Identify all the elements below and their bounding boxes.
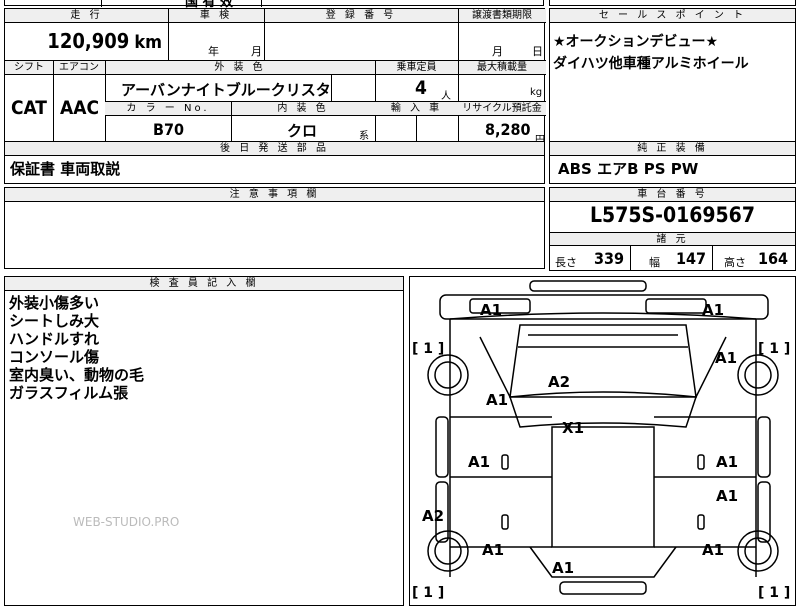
inspector-line-4: コンソール傷 <box>9 348 100 366</box>
notes-box: 注 意 事 項 欄 <box>4 187 545 269</box>
transfer-day-unit: 日 <box>532 45 543 58</box>
exterior-color-label: 外 装 色 <box>105 61 375 75</box>
later-parts-label: 後 日 発 送 部 品 <box>5 142 544 156</box>
aircon-label: エアコン <box>53 61 105 75</box>
damage-rear-left: A1 <box>482 541 505 559</box>
equipment-label: 純 正 装 備 <box>550 142 795 156</box>
height-value: 164 <box>758 249 789 268</box>
damage-front-left: A1 <box>480 301 503 319</box>
width-value: 147 <box>676 249 707 268</box>
tire-rear-right: [ 1 ] <box>758 585 791 601</box>
capacity-label: 乗車定員 <box>375 61 458 75</box>
vehicle-info-table: 走 行 車 検 登 録 番 号 譲渡書類期限 120,909 km 年 月 月 … <box>4 8 546 146</box>
top-strip: 国 有 效 <box>4 0 544 10</box>
transfer-month-unit: 月 <box>492 45 503 58</box>
damage-rear-right: A1 <box>702 541 725 559</box>
inspector-line-5: 室内臭い、動物の毛 <box>9 366 145 384</box>
mileage-label: 走 行 <box>5 9 168 23</box>
chassis-value: L575S-0169567 <box>590 203 755 227</box>
inspector-line-1: 外装小傷多い <box>9 294 100 312</box>
inspector-line-3: ハンドルすれ <box>9 330 100 348</box>
recycle-label: リサイクル預託金 <box>458 102 546 116</box>
capacity-unit: 人 <box>441 91 451 102</box>
sales-point-box: セ ー ル ス ポ イ ン ト ★オークションデビュー★ ダイハツ他車種アルミホ… <box>549 8 796 142</box>
tire-front-right: [ 1 ] <box>758 341 791 357</box>
tire-front-left: [ 1 ] <box>412 341 445 357</box>
inspector-label: 検 査 員 記 入 欄 <box>5 277 403 291</box>
top-strip-right <box>549 0 796 6</box>
damage-rear-left-quarter: A2 <box>422 507 445 525</box>
car-diagram <box>427 280 779 595</box>
shift-label: シフト <box>5 61 53 75</box>
length-label: 長さ <box>555 256 577 269</box>
mileage-value: 120,909 <box>47 29 130 53</box>
aircon-value: AAC <box>60 97 100 119</box>
damage-door-left-front: A1 <box>468 453 491 471</box>
damage-rear-center: A1 <box>552 559 575 577</box>
registration-label: 登 録 番 号 <box>264 9 458 23</box>
inspection-label: 車 検 <box>168 9 264 23</box>
inspector-line-6: ガラスフィルム張 <box>9 384 129 402</box>
damage-fender-right: A1 <box>715 349 738 367</box>
length-value: 339 <box>594 249 625 268</box>
inspection-month-unit: 月 <box>251 45 262 58</box>
mileage-unit: km <box>134 32 162 53</box>
interior-color-value: クロ <box>287 122 318 140</box>
notes-label: 注 意 事 項 欄 <box>5 188 544 202</box>
damage-door-right-rear: A1 <box>716 487 739 505</box>
equipment-box: 純 正 装 備 ABS エアB PS PW <box>549 141 796 184</box>
watermark: WEB-STUDIO.PRO <box>73 515 180 529</box>
dimensions-label: 諸 元 <box>550 232 795 246</box>
capacity-value: 4 <box>415 77 427 99</box>
damage-door-right-front: A1 <box>716 453 739 471</box>
chassis-label: 車 台 番 号 <box>550 188 795 202</box>
color-no-label: カ ラ ー No. <box>105 102 231 116</box>
recycle-value: 8,280 <box>485 120 531 139</box>
tire-rear-left: [ 1 ] <box>412 585 445 601</box>
sales-point-label: セ ー ル ス ポ イ ン ト <box>550 9 795 23</box>
transfer-deadline-label: 譲渡書類期限 <box>458 9 546 23</box>
shift-value: CAT <box>11 97 47 119</box>
interior-color-label: 内 装 色 <box>231 102 375 116</box>
damage-roof: X1 <box>562 419 585 437</box>
max-load-label: 最大積載量 <box>458 61 546 75</box>
inspector-line-2: シートしみ大 <box>9 312 100 330</box>
inspector-box: 検 査 員 記 入 欄 外装小傷多い シートしみ大 ハンドルすれ コンソール傷 … <box>4 276 404 606</box>
damage-hood: A2 <box>548 373 571 391</box>
width-label: 幅 <box>649 256 660 269</box>
max-load-unit: kg <box>530 87 543 98</box>
later-parts-box: 後 日 発 送 部 品 保証書 車両取説 <box>4 141 545 184</box>
car-diagram-box: A1 A1 A1 A2 A1 X1 A1 A1 A1 A2 A1 A1 A1 [… <box>409 276 796 606</box>
import-label: 輸 入 車 <box>375 102 458 116</box>
inspection-year-unit: 年 <box>208 45 219 58</box>
equipment-value: ABS エアB PS PW <box>558 160 699 178</box>
chassis-box: 車 台 番 号 L575S-0169567 諸 元 長さ 339 幅 147 高… <box>549 187 796 271</box>
height-label: 高さ <box>724 256 746 269</box>
later-parts-value: 保証書 車両取説 <box>10 160 121 178</box>
sales-point-line-2: ダイハツ他車種アルミホイール <box>553 56 749 72</box>
damage-fender-left: A1 <box>486 391 509 409</box>
color-no-value: B70 <box>153 120 184 139</box>
exterior-color-value: アーバンナイトブルークリスタ <box>121 81 331 99</box>
sales-point-line-1: ★オークションデビュー★ <box>553 34 719 50</box>
interior-color-suffix: 系 <box>359 131 369 142</box>
damage-front-right: A1 <box>702 301 725 319</box>
